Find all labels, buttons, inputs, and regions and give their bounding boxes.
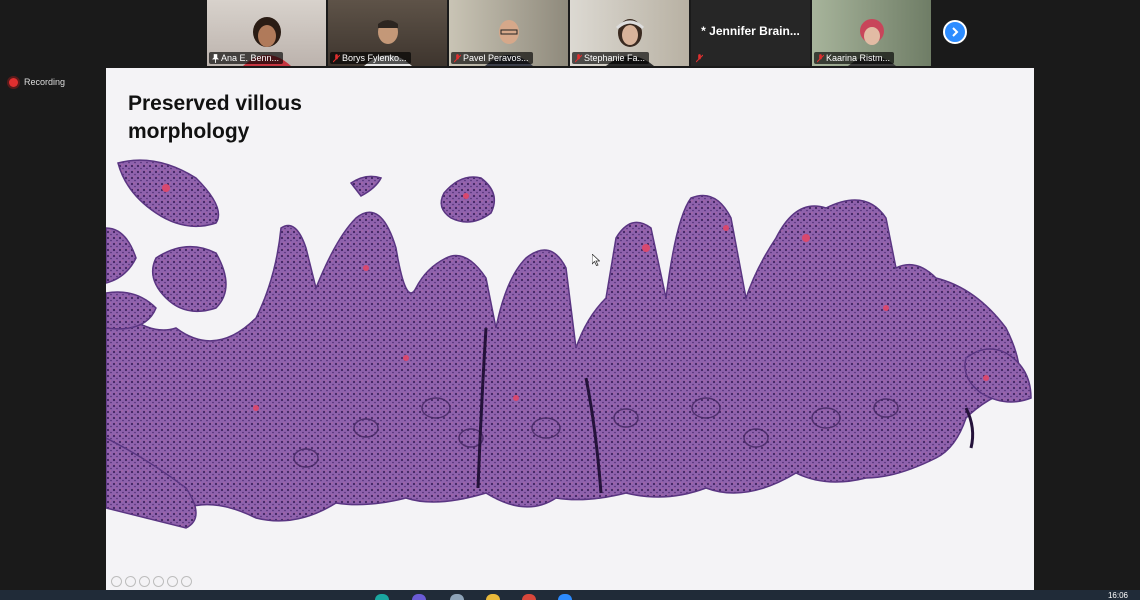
taskbar-clock: 16:06 [1107,591,1128,600]
recording-label: Recording [24,77,66,87]
more-options-icon[interactable] [181,576,192,587]
participant-tile[interactable]: * Jennifer Brain... [691,0,810,66]
participant-name: Borys Fylenko... [342,53,407,63]
participant-label: Kaarina Ristm... [814,52,895,64]
pen-icon[interactable] [139,576,150,587]
muted-mic-icon [817,53,824,62]
participant-name: Stephanie Fa... [584,53,646,63]
taskbar-app-icon[interactable] [412,594,426,600]
recording-indicator[interactable]: Recording [9,77,65,87]
muted-mic-icon [575,53,582,62]
taskbar-app-icon[interactable] [522,594,536,600]
taskbar-app-icon[interactable] [450,594,464,600]
previous-slide-icon[interactable] [111,576,122,587]
zoom-icon[interactable] [167,576,178,587]
muted-mic-icon [696,54,703,63]
next-page-button[interactable] [943,20,967,44]
participant-name: Kaarina Ristm... [826,53,891,63]
participant-tile[interactable]: Borys Fylenko... [328,0,447,66]
next-slide-icon[interactable] [125,576,136,587]
muted-mic-icon [454,53,461,62]
shared-screen: Preserved villous morphology [106,68,1034,590]
histology-image [106,159,1032,529]
taskbar-folder-icon[interactable] [486,594,500,600]
participant-label: Pavel Peravos... [451,52,533,64]
participant-label [693,53,707,64]
participant-name: * Jennifer Brain... [701,24,800,38]
muted-mic-icon [333,53,340,62]
taskbar-app-icon[interactable] [375,594,389,600]
participant-label: Stephanie Fa... [572,52,650,64]
participant-name: Ana E. Benn... [221,53,280,63]
pin-icon [212,53,219,63]
participant-tile[interactable]: Kaarina Ristm... [812,0,931,66]
participant-tile[interactable]: Ana E. Benn... [207,0,326,66]
participant-label: Borys Fylenko... [330,52,411,64]
participant-label: Ana E. Benn... [209,52,284,64]
participant-tile[interactable]: Stephanie Fa... [570,0,689,66]
chevron-right-icon [952,27,959,37]
participant-gallery: Ana E. Benn... Borys Fylenko... Pavel Pe… [207,0,931,66]
slides-grid-icon[interactable] [153,576,164,587]
participant-tile[interactable]: Pavel Peravos... [449,0,568,66]
mouse-cursor-icon [592,254,600,266]
slide-toolbar [111,576,192,587]
taskbar-zoom-icon[interactable] [558,594,572,600]
slide-title: Preserved villous morphology [128,92,302,143]
participant-name: Pavel Peravos... [463,53,529,63]
record-icon [9,77,18,87]
